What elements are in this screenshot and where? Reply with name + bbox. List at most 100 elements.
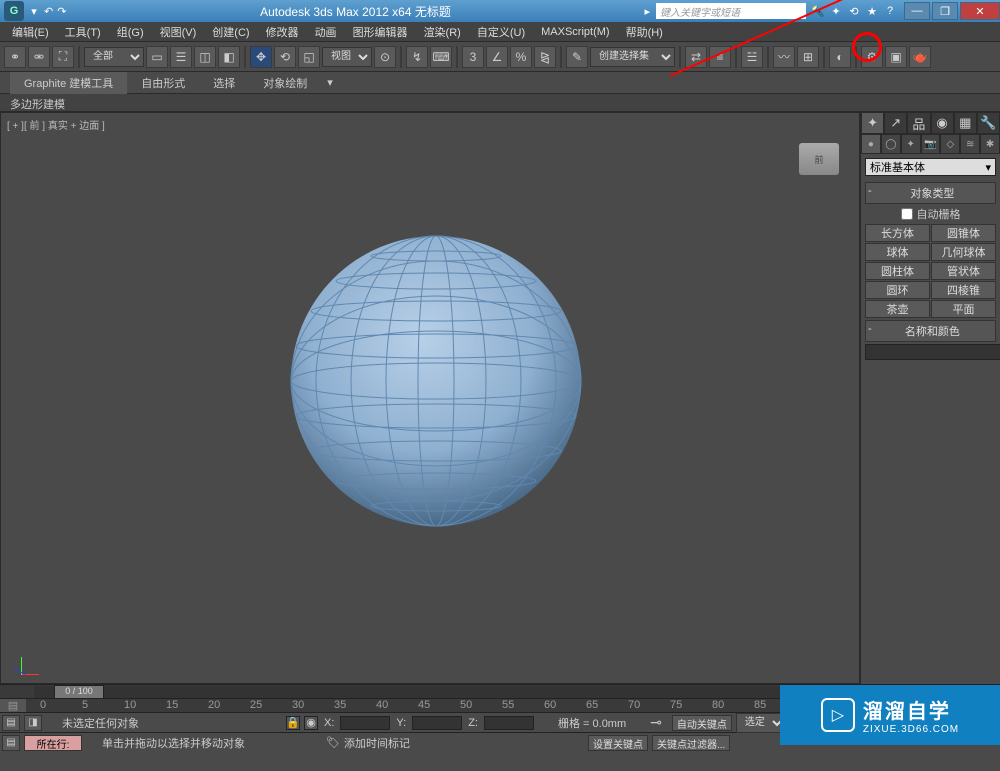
- primitive-sphere[interactable]: 球体: [865, 243, 930, 261]
- primitive-geosphere[interactable]: 几何球体: [931, 243, 996, 261]
- add-time-tag[interactable]: 添加时间标记: [344, 735, 584, 751]
- close-button[interactable]: ✕: [960, 2, 1000, 20]
- ribbon-dropdown-icon[interactable]: ▾: [327, 76, 333, 89]
- menu-rendering[interactable]: 渲染(R): [416, 24, 469, 40]
- autokey-button[interactable]: 自动关键点: [672, 715, 732, 731]
- percent-snap-icon[interactable]: %: [510, 46, 532, 68]
- select-icon[interactable]: ▭: [146, 46, 168, 68]
- unlink-icon[interactable]: ⚮: [28, 46, 50, 68]
- manipulate-icon[interactable]: ↯: [406, 46, 428, 68]
- subtab-lights-icon[interactable]: ✦: [901, 134, 921, 154]
- menu-edit[interactable]: 编辑(E): [4, 24, 57, 40]
- curve-editor-icon[interactable]: 〰: [773, 46, 795, 68]
- search-go-icon[interactable]: 🔦: [810, 3, 826, 19]
- subtab-spacewarps-icon[interactable]: ≋: [960, 134, 980, 154]
- restore-button[interactable]: ❐: [932, 2, 958, 20]
- named-selection-dropdown[interactable]: 创建选择集: [590, 47, 675, 67]
- subtab-cameras-icon[interactable]: 📷: [921, 134, 941, 154]
- primitive-tube[interactable]: 管状体: [931, 262, 996, 280]
- sphere-object[interactable]: [286, 231, 586, 531]
- menu-tools[interactable]: 工具(T): [57, 24, 109, 40]
- move-icon[interactable]: ✥: [250, 46, 272, 68]
- keymode-dropdown[interactable]: 选定对象: [736, 713, 786, 733]
- minimize-button[interactable]: —: [904, 2, 930, 20]
- undo-icon[interactable]: ↶: [44, 5, 53, 18]
- ribbon-tab-objectpaint[interactable]: 对象绘制: [249, 72, 321, 94]
- tab-create-icon[interactable]: ✦: [861, 112, 884, 134]
- render-production-icon[interactable]: 🫖: [909, 46, 931, 68]
- tab-utilities-icon[interactable]: 🔧: [977, 112, 1000, 134]
- x-coord-input[interactable]: [340, 716, 390, 730]
- select-by-name-icon[interactable]: ☰: [170, 46, 192, 68]
- angle-snap-icon[interactable]: ∠: [486, 46, 508, 68]
- rollout-name-color[interactable]: -名称和颜色: [865, 320, 996, 342]
- menu-group[interactable]: 组(G): [109, 24, 152, 40]
- primitive-cone[interactable]: 圆锥体: [931, 224, 996, 242]
- primitive-cylinder[interactable]: 圆柱体: [865, 262, 930, 280]
- autogrid-checkbox[interactable]: 自动栅格: [865, 204, 996, 224]
- ribbon-tab-graphite[interactable]: Graphite 建模工具: [10, 72, 127, 94]
- tab-display-icon[interactable]: ▦: [954, 112, 977, 134]
- help-search-input[interactable]: 键入关键字或短语: [656, 3, 806, 19]
- schematic-view-icon[interactable]: ⊞: [797, 46, 819, 68]
- z-coord-input[interactable]: [484, 716, 534, 730]
- mirror-icon[interactable]: ⇄: [685, 46, 707, 68]
- snap-toggle-icon[interactable]: 3: [462, 46, 484, 68]
- selection-filter-dropdown[interactable]: 全部: [84, 47, 144, 67]
- tab-motion-icon[interactable]: ◉: [931, 112, 954, 134]
- object-name-input[interactable]: [865, 344, 1000, 360]
- setkey-button[interactable]: 设置关键点: [588, 735, 648, 751]
- menu-create[interactable]: 创建(C): [204, 24, 257, 40]
- tab-modify-icon[interactable]: ↗: [884, 112, 907, 134]
- ribbon-tab-selection[interactable]: 选择: [199, 72, 249, 94]
- y-coord-input[interactable]: [412, 716, 462, 730]
- menu-maxscript[interactable]: MAXScript(M): [533, 26, 617, 38]
- menu-animation[interactable]: 动画: [307, 24, 345, 40]
- app-menu-icon[interactable]: G: [4, 1, 24, 21]
- ribbon-tab-freeform[interactable]: 自由形式: [127, 72, 199, 94]
- prompt-icon[interactable]: ◨: [24, 715, 42, 731]
- link-icon[interactable]: ⚭: [4, 46, 26, 68]
- selection-lock-icon[interactable]: 🔒: [286, 716, 300, 730]
- current-line-button[interactable]: 所在行:: [24, 735, 82, 751]
- primitive-torus[interactable]: 圆环: [865, 281, 930, 299]
- edit-named-sel-icon[interactable]: ✎: [566, 46, 588, 68]
- tool1-icon[interactable]: ✦: [828, 3, 844, 19]
- time-tag-icon[interactable]: 🏷: [326, 736, 340, 749]
- help-icon[interactable]: ?: [882, 3, 898, 19]
- primitive-box[interactable]: 长方体: [865, 224, 930, 242]
- subtab-systems-icon[interactable]: ✱: [980, 134, 1000, 154]
- primitive-plane[interactable]: 平面: [931, 300, 996, 318]
- menu-views[interactable]: 视图(V): [152, 24, 205, 40]
- align-icon[interactable]: ≡: [709, 46, 731, 68]
- subtab-geometry-icon[interactable]: ●: [861, 134, 881, 154]
- tab-hierarchy-icon[interactable]: 品: [907, 112, 930, 134]
- script-listener-icon[interactable]: ▤: [2, 715, 20, 731]
- menu-help[interactable]: 帮助(H): [618, 24, 671, 40]
- window-crossing-icon[interactable]: ◧: [218, 46, 240, 68]
- subtab-helpers-icon[interactable]: ◇: [940, 134, 960, 154]
- menu-grapheditors[interactable]: 图形编辑器: [345, 24, 416, 40]
- rendered-frame-icon[interactable]: ▣: [885, 46, 907, 68]
- rotate-icon[interactable]: ⟲: [274, 46, 296, 68]
- viewport-label[interactable]: [ + ][ 前 ] 真实 + 边面 ]: [7, 117, 105, 132]
- ref-coord-dropdown[interactable]: 视图: [322, 47, 372, 67]
- primitive-teapot[interactable]: 茶壶: [865, 300, 930, 318]
- favorite-icon[interactable]: ★: [864, 3, 880, 19]
- menu-customize[interactable]: 自定义(U): [469, 24, 533, 40]
- layers-icon[interactable]: ☱: [741, 46, 763, 68]
- ribbon-panel-label[interactable]: 多边形建模: [0, 94, 1000, 112]
- material-editor-icon[interactable]: ◐: [829, 46, 851, 68]
- render-setup-icon[interactable]: ⚙: [861, 46, 883, 68]
- select-region-icon[interactable]: ◫: [194, 46, 216, 68]
- pivot-icon[interactable]: ⊙: [374, 46, 396, 68]
- rollout-object-type[interactable]: -对象类型: [865, 182, 996, 204]
- trackbar-toggle-icon[interactable]: ▤: [0, 699, 26, 712]
- primitive-pyramid[interactable]: 四棱锥: [931, 281, 996, 299]
- keyfilter-button[interactable]: 关键点过滤器...: [652, 735, 730, 751]
- redo-icon[interactable]: ↷: [57, 5, 66, 18]
- isolate-icon[interactable]: ◉: [304, 716, 318, 730]
- scale-icon[interactable]: ◱: [298, 46, 320, 68]
- viewcube[interactable]: 前: [799, 143, 839, 175]
- category-dropdown[interactable]: 标准基本体▾: [865, 158, 996, 176]
